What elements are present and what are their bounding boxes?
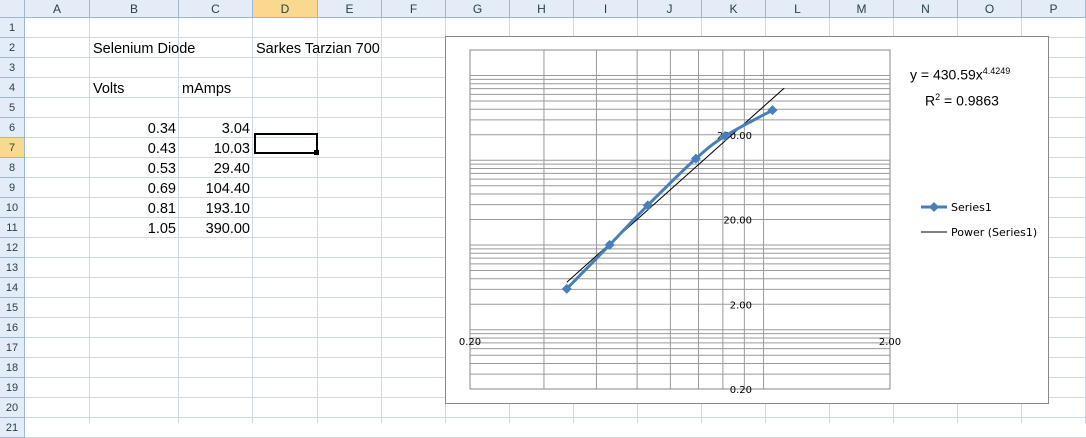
y-tick-label: 20.00 (723, 216, 752, 227)
y-tick-label: 2.00 (730, 300, 752, 311)
chart-plot: 0.202.0020.00200.000.20 2.00 (459, 49, 947, 396)
rsq-value: = 0.9863 (940, 92, 999, 109)
equation-exponent: 4.4249 (982, 66, 1011, 76)
r-squared-label: R2 = 0.9863 (925, 92, 999, 109)
x-tick-label: 0.20 (459, 337, 481, 348)
legend-series1-label: Series1 (951, 201, 992, 214)
rsq-prefix: R (925, 92, 936, 109)
trendline-equation: y = 430.59x4.4249 (910, 66, 1010, 83)
x-tick-label: 2.00 (879, 337, 901, 348)
legend-series1-marker (929, 202, 939, 212)
y-tick-label: 0.20 (730, 385, 752, 396)
legend-power-label: Power (Series1) (951, 226, 1038, 239)
equation-text: y = 430.59x (910, 66, 983, 83)
